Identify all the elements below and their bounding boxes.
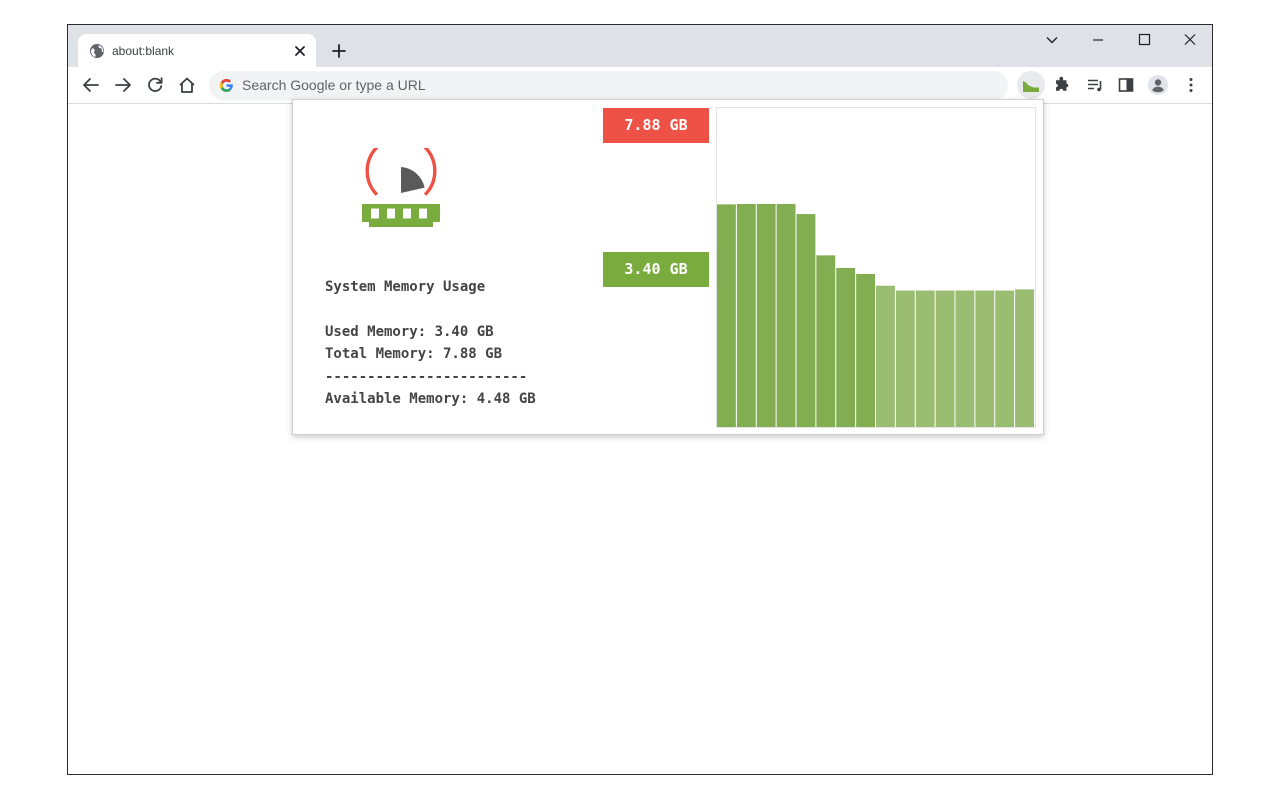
memory-bar: [796, 214, 816, 427]
back-arrow-icon[interactable]: [80, 74, 102, 96]
maximize-icon[interactable]: [1134, 31, 1154, 49]
memory-bar: [736, 203, 756, 427]
stats-separator: ------------------------: [325, 368, 528, 385]
home-icon[interactable]: [176, 74, 198, 96]
reading-list-icon[interactable]: [1084, 74, 1106, 96]
stats-title: System Memory Usage: [325, 279, 486, 295]
used-memory-text: Used Memory: 3.40 GB: [325, 323, 494, 340]
memory-bar: [756, 203, 776, 427]
reload-icon[interactable]: [144, 74, 166, 96]
memory-bar: [717, 204, 736, 427]
memory-bar: [995, 290, 1015, 427]
memory-bar: [856, 273, 876, 427]
tab-search-chevron-icon[interactable]: [1042, 31, 1062, 49]
new-tab-plus-icon[interactable]: [328, 40, 350, 62]
memory-bar: [776, 203, 796, 427]
stats-spacer: [325, 298, 536, 320]
memory-extension-button[interactable]: [1017, 71, 1045, 99]
tab-about-blank[interactable]: about:blank: [78, 34, 316, 67]
memory-chart-icon: [1023, 81, 1039, 92]
memory-history-chart: [716, 107, 1036, 428]
memory-gauge-icon: [362, 148, 440, 227]
memory-bar: [975, 290, 995, 427]
more-menu-icon[interactable]: [1180, 74, 1202, 96]
memory-usage-popup: System Memory Usage Used Memory: 3.40 GB…: [292, 99, 1044, 435]
side-panel-icon[interactable]: [1115, 74, 1137, 96]
total-memory-badge: 7.88 GB: [603, 108, 709, 143]
globe-icon: [90, 44, 104, 58]
omnibox-placeholder: Search Google or type a URL: [242, 77, 426, 93]
memory-stats: System Memory Usage Used Memory: 3.40 GB…: [325, 276, 536, 410]
memory-bar: [935, 290, 955, 427]
window-close-icon[interactable]: [1180, 31, 1200, 49]
google-g-icon: [219, 78, 233, 92]
memory-bar: [955, 290, 975, 427]
tab-title: about:blank: [112, 44, 175, 58]
profile-avatar-icon[interactable]: [1147, 74, 1169, 96]
memory-bar: [895, 290, 915, 427]
memory-bar: [836, 267, 856, 427]
available-memory-text: Available Memory: 4.48 GB: [325, 390, 536, 407]
total-memory-text: Total Memory: 7.88 GB: [325, 346, 503, 363]
memory-bar: [816, 255, 836, 427]
minimize-icon[interactable]: [1088, 31, 1108, 49]
memory-bar: [915, 290, 935, 427]
memory-bar: [876, 285, 895, 427]
puzzle-extensions-icon[interactable]: [1051, 74, 1073, 96]
close-icon[interactable]: [291, 42, 309, 60]
used-memory-badge: 3.40 GB: [603, 252, 709, 287]
forward-arrow-icon[interactable]: [112, 74, 134, 96]
tab-strip: about:blank: [68, 25, 1212, 67]
memory-bar: [1015, 289, 1035, 427]
omnibox[interactable]: Search Google or type a URL: [209, 71, 1008, 100]
